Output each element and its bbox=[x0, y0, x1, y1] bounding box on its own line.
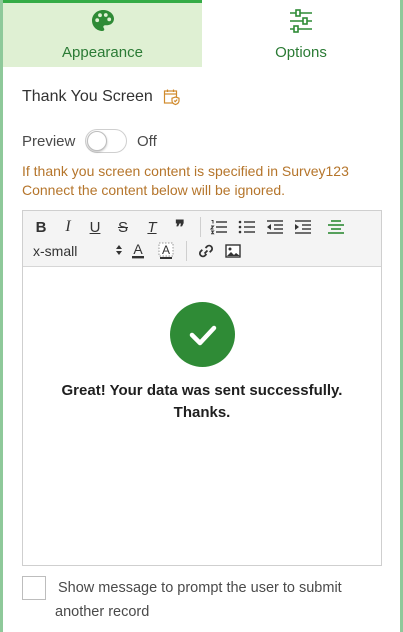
success-message-line1: Great! Your data was sent successfully. bbox=[61, 382, 343, 399]
success-check-icon bbox=[170, 302, 235, 367]
bullet-list-icon[interactable] bbox=[237, 216, 257, 238]
outdent-icon[interactable] bbox=[265, 216, 285, 238]
preview-row: Preview Off bbox=[22, 129, 157, 153]
tab-options-label: Options bbox=[275, 44, 327, 61]
section-header: Thank You Screen bbox=[22, 88, 181, 106]
submit-another-label: Show message to prompt the user to submi… bbox=[55, 576, 358, 624]
preview-toggle[interactable] bbox=[85, 129, 127, 153]
tab-options[interactable]: Options bbox=[202, 0, 400, 67]
section-title: Thank You Screen bbox=[22, 88, 153, 105]
tab-appearance[interactable]: Appearance bbox=[3, 0, 202, 67]
toolbar-separator bbox=[186, 241, 187, 261]
sliders-icon bbox=[288, 7, 314, 35]
rich-text-editor: B I U S T ❞ x-small A A Great! Your data… bbox=[22, 210, 382, 566]
success-message: Great! Your data was sent successfully. … bbox=[23, 380, 381, 424]
svg-text:A: A bbox=[162, 243, 170, 257]
underline-button[interactable]: U bbox=[87, 216, 103, 238]
quote-button[interactable]: ❞ bbox=[171, 216, 189, 238]
tab-appearance-label: Appearance bbox=[62, 44, 143, 61]
warning-message: If thank you screen content is specified… bbox=[22, 163, 349, 198]
submit-another-checkbox[interactable] bbox=[22, 576, 46, 600]
editor-toolbar: B I U S T ❞ x-small A A bbox=[23, 211, 381, 267]
highlight-color-icon[interactable]: A bbox=[157, 240, 175, 262]
submit-another-line2: another record bbox=[55, 604, 150, 620]
submit-another-option: Show message to prompt the user to submi… bbox=[22, 576, 358, 624]
strikethrough-button[interactable]: S bbox=[115, 216, 131, 238]
align-center-icon[interactable] bbox=[326, 216, 346, 238]
font-size-select[interactable]: x-small bbox=[33, 240, 123, 262]
palette-icon bbox=[90, 7, 116, 35]
preview-label: Preview bbox=[22, 132, 76, 150]
font-size-value: x-small bbox=[33, 243, 78, 259]
submit-another-line1: Show message to prompt the user to submi… bbox=[58, 580, 342, 596]
link-icon[interactable] bbox=[196, 240, 216, 262]
left-accent-bar bbox=[0, 0, 3, 632]
svg-text:A: A bbox=[133, 242, 143, 257]
calendar-shield-icon bbox=[163, 88, 181, 106]
toolbar-separator bbox=[200, 217, 201, 237]
indent-icon[interactable] bbox=[293, 216, 313, 238]
toggle-knob bbox=[87, 131, 107, 151]
clear-format-button[interactable]: T bbox=[143, 216, 161, 238]
image-icon[interactable] bbox=[223, 240, 243, 262]
success-message-line2: Thanks. bbox=[173, 404, 231, 421]
editor-content[interactable]: Great! Your data was sent successfully. … bbox=[23, 267, 381, 565]
italic-button[interactable]: I bbox=[61, 216, 75, 238]
preview-state: Off bbox=[137, 132, 157, 150]
text-color-icon[interactable]: A bbox=[129, 240, 147, 262]
ordered-list-icon[interactable] bbox=[209, 216, 229, 238]
panel-tabs: Appearance Options bbox=[3, 0, 400, 67]
bold-button[interactable]: B bbox=[33, 216, 49, 238]
updown-icon bbox=[115, 243, 123, 259]
